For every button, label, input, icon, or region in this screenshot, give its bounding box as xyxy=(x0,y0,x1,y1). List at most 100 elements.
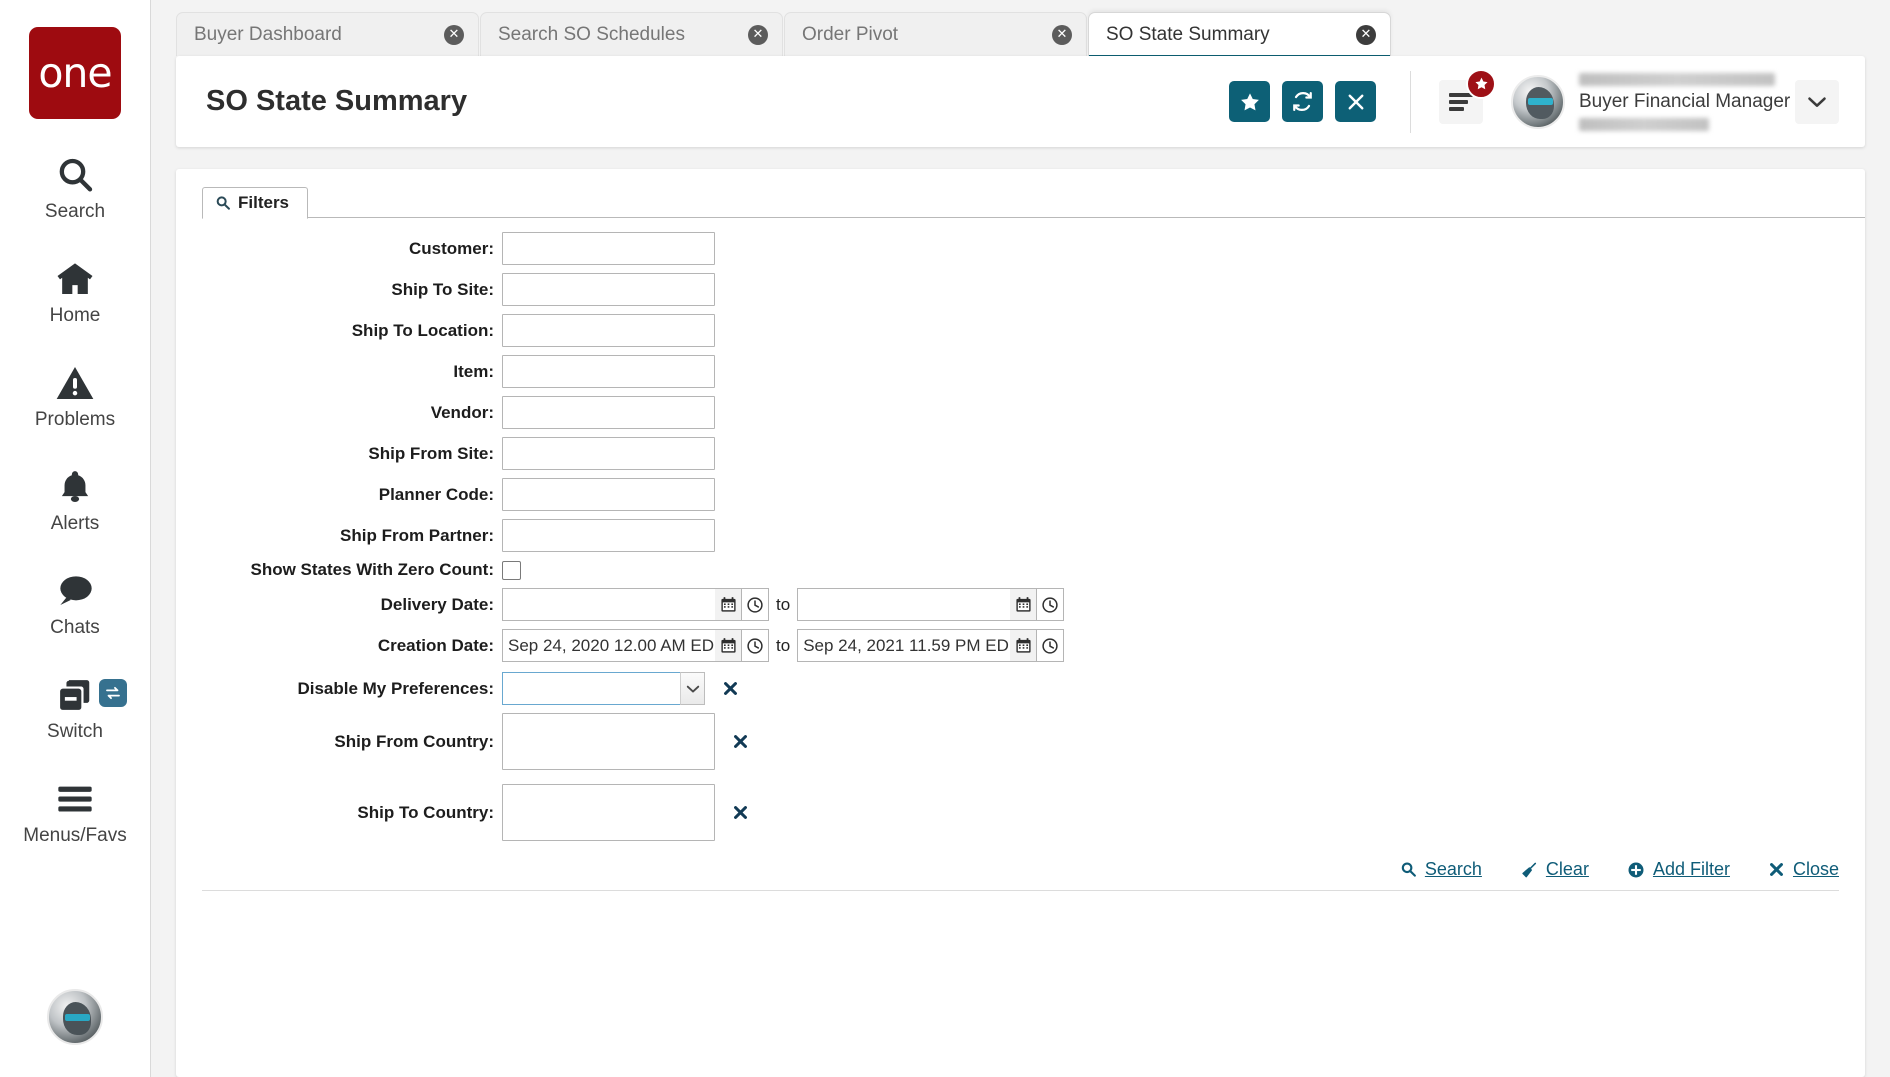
delivery-date-separator: to xyxy=(776,594,791,614)
user-menu-chevron[interactable] xyxy=(1795,79,1839,124)
input-ship-to-site[interactable] xyxy=(502,273,715,306)
sidebar-item-alerts[interactable]: Alerts xyxy=(0,465,151,535)
input-delivery-date-to[interactable] xyxy=(797,588,1011,621)
remove-filter-icon-disable-my-preferences[interactable] xyxy=(722,680,739,697)
windows-switch-icon xyxy=(55,673,95,717)
warning-triangle-icon xyxy=(55,361,95,405)
label-vendor: Vendor: xyxy=(430,402,494,422)
label-creation-date: Creation Date: xyxy=(377,635,494,655)
calendar-icon[interactable] xyxy=(1010,588,1038,621)
tab-search-so-schedules[interactable]: Search SO Schedules ✕ xyxy=(480,12,783,56)
sidebar-label-search: Search xyxy=(44,201,106,222)
logo-text: one xyxy=(38,48,112,97)
field-row-ship-from-site: Ship From Site: xyxy=(202,437,1865,470)
clock-icon[interactable] xyxy=(1037,629,1065,662)
input-vendor[interactable] xyxy=(502,396,715,429)
left-nav-rail: one Search Home Problems Alerts Chats Sw… xyxy=(0,0,151,1077)
input-planner-code[interactable] xyxy=(502,478,715,511)
sidebar-item-problems[interactable]: Problems xyxy=(0,361,151,431)
field-row-ship-to-location: Ship To Location: xyxy=(202,314,1865,347)
close-button[interactable] xyxy=(1335,81,1376,122)
tab-buyer-dashboard[interactable]: Buyer Dashboard ✕ xyxy=(176,12,479,56)
add-filter-link[interactable]: Add Filter xyxy=(1627,859,1730,880)
clock-icon[interactable] xyxy=(742,629,769,662)
header-user-avatar[interactable] xyxy=(1511,74,1565,129)
clock-icon[interactable] xyxy=(1037,588,1065,621)
sidebar-item-menus-favs[interactable]: Menus/Favs xyxy=(0,777,151,847)
sidebar-item-chats[interactable]: Chats xyxy=(0,569,151,639)
sidebar-item-search[interactable]: Search xyxy=(0,153,151,223)
avatar-visor xyxy=(64,1013,90,1021)
filters-tab-header: Filters xyxy=(202,187,1865,219)
plus-circle-icon xyxy=(1627,861,1645,879)
input-item[interactable] xyxy=(502,355,715,388)
filters-form: Customer: Ship To Site: Ship To Location… xyxy=(202,218,1865,891)
sidebar-item-home[interactable]: Home xyxy=(0,257,151,327)
app-root: one Search Home Problems Alerts Chats Sw… xyxy=(0,0,1890,1077)
clear-link[interactable]: Clear xyxy=(1520,859,1589,880)
sidebar-item-switch[interactable]: Switch xyxy=(0,673,151,743)
textarea-ship-to-country[interactable] xyxy=(502,784,715,841)
close-link[interactable]: Close xyxy=(1768,859,1839,880)
calendar-icon[interactable] xyxy=(715,588,742,621)
favorite-button[interactable] xyxy=(1229,81,1270,122)
sidebar-label-alerts: Alerts xyxy=(50,513,100,534)
remove-filter-icon-ship-to-country[interactable] xyxy=(732,804,749,821)
search-link[interactable]: Search xyxy=(1400,859,1482,880)
input-customer[interactable] xyxy=(502,232,715,265)
input-creation-date-to[interactable]: Sep 24, 2021 11.59 PM ED xyxy=(797,629,1011,662)
label-ship-to-country: Ship To Country: xyxy=(357,802,494,822)
add-filter-link-label: Add Filter xyxy=(1652,859,1730,879)
close-link-label: Close xyxy=(1792,859,1839,879)
sidebar-label-chats: Chats xyxy=(50,617,100,638)
field-row-show-states-zero: Show States With Zero Count: xyxy=(202,560,1865,580)
sidebar-label-switch: Switch xyxy=(47,721,103,742)
user-info: Buyer Financial Manager xyxy=(1579,72,1791,131)
select-value xyxy=(502,672,680,705)
input-ship-from-site[interactable] xyxy=(502,437,715,470)
tab-strip: Buyer Dashboard ✕ Search SO Schedules ✕ … xyxy=(151,0,1890,59)
close-circle-icon[interactable]: ✕ xyxy=(1356,24,1376,45)
tab-so-state-summary[interactable]: SO State Summary ✕ xyxy=(1088,12,1391,59)
tab-filters[interactable]: Filters xyxy=(202,187,309,219)
field-row-item: Item: xyxy=(202,355,1865,388)
input-creation-date-from[interactable]: Sep 24, 2020 12.00 AM ED xyxy=(502,629,715,662)
user-role: Buyer Financial Manager xyxy=(1579,90,1791,112)
sidebar-user-avatar[interactable] xyxy=(47,989,103,1045)
close-circle-icon[interactable]: ✕ xyxy=(444,24,464,45)
label-planner-code: Planner Code: xyxy=(378,484,494,504)
filters-tab-label: Filters xyxy=(238,193,290,212)
field-row-ship-from-country: Ship From Country: xyxy=(202,713,1865,770)
chevron-down-icon[interactable] xyxy=(680,672,705,705)
search-icon xyxy=(215,195,231,211)
filters-footer: Search Clear Add Filter Close xyxy=(202,859,1839,891)
select-disable-my-preferences[interactable] xyxy=(502,672,705,705)
filters-tab-filler xyxy=(308,187,1865,217)
tab-label: Buyer Dashboard xyxy=(194,23,342,45)
input-delivery-date-from[interactable] xyxy=(502,588,715,621)
one-network-logo[interactable]: one xyxy=(29,27,121,119)
search-icon xyxy=(55,153,95,197)
checkbox-show-states-zero[interactable] xyxy=(502,560,521,580)
page-title: SO State Summary xyxy=(206,85,468,117)
clock-icon[interactable] xyxy=(742,588,769,621)
header-divider xyxy=(1410,70,1411,133)
label-ship-from-partner: Ship From Partner: xyxy=(340,525,494,545)
label-ship-to-location: Ship To Location: xyxy=(351,320,494,340)
input-ship-to-location[interactable] xyxy=(502,314,715,347)
close-circle-icon[interactable]: ✕ xyxy=(1052,24,1072,45)
label-item: Item: xyxy=(453,361,494,381)
header-menu-button[interactable] xyxy=(1439,68,1496,124)
calendar-icon[interactable] xyxy=(715,629,742,662)
close-circle-icon[interactable]: ✕ xyxy=(748,24,768,45)
field-row-customer: Customer: xyxy=(202,232,1865,265)
input-ship-from-partner[interactable] xyxy=(502,519,715,552)
tab-order-pivot[interactable]: Order Pivot ✕ xyxy=(784,12,1087,56)
avatar-visor xyxy=(1528,97,1553,105)
refresh-button[interactable] xyxy=(1282,81,1323,122)
remove-filter-icon-ship-from-country[interactable] xyxy=(732,733,749,750)
label-disable-my-preferences: Disable My Preferences: xyxy=(297,678,494,698)
textarea-ship-from-country[interactable] xyxy=(502,713,715,770)
calendar-icon[interactable] xyxy=(1010,629,1038,662)
swap-arrows-icon[interactable] xyxy=(98,679,127,707)
